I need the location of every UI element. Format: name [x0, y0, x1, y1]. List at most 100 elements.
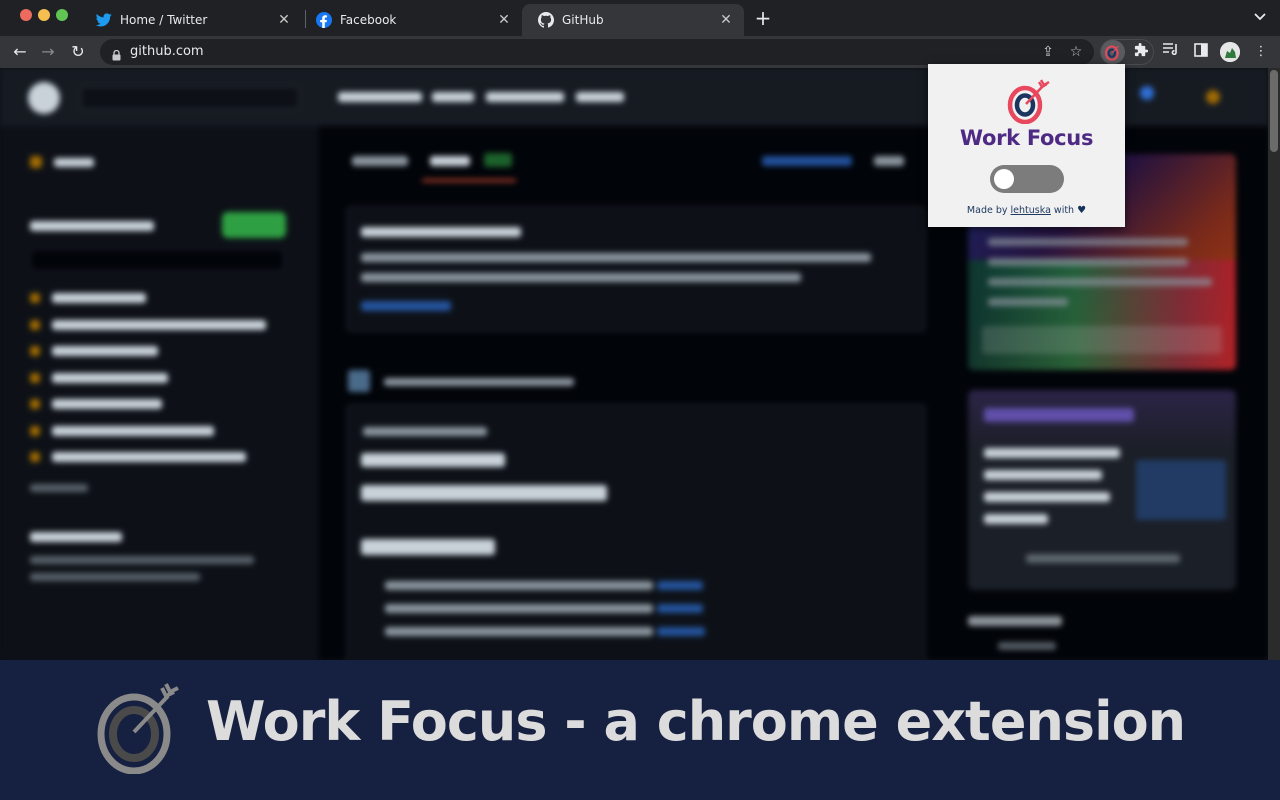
placeholder-mark	[30, 320, 40, 330]
placeholder-text	[968, 616, 1062, 626]
github-search-box	[80, 86, 300, 110]
tab-facebook[interactable]: Facebook ✕	[300, 4, 522, 36]
placeholder-text	[30, 484, 88, 492]
focus-mode-toggle[interactable]	[990, 165, 1064, 193]
work-focus-extension-button[interactable]	[1101, 40, 1125, 64]
placeholder-text	[52, 320, 266, 330]
close-tab-icon[interactable]: ✕	[718, 12, 734, 28]
placeholder-text	[30, 573, 200, 581]
close-tab-icon[interactable]: ✕	[496, 12, 512, 28]
header-avatar-placeholder	[1206, 90, 1220, 104]
placeholder-mark	[30, 293, 40, 303]
placeholder-link	[657, 627, 705, 636]
facebook-icon	[316, 12, 332, 28]
placeholder-text	[988, 278, 1212, 286]
lock-icon[interactable]	[112, 46, 121, 61]
placeholder-text	[52, 399, 162, 409]
placeholder-mark	[30, 426, 40, 436]
placeholder-copilot-card	[968, 390, 1236, 590]
placeholder-text	[52, 452, 246, 462]
placeholder-text	[361, 453, 505, 467]
placeholder-text	[1026, 554, 1180, 563]
tab-title: Home / Twitter	[120, 13, 208, 27]
placeholder-text	[385, 604, 653, 613]
popup-title: Work Focus	[959, 126, 1094, 150]
nav-link-placeholder	[338, 92, 422, 102]
placeholder-text	[988, 238, 1188, 246]
new-tab-button[interactable]: +	[752, 8, 774, 30]
media-controls-icon[interactable]	[1162, 43, 1180, 61]
profile-avatar[interactable]	[1220, 42, 1240, 62]
banner-title: Work Focus - a chrome extension	[206, 690, 1186, 753]
extensions-puzzle-icon[interactable]	[1132, 43, 1150, 61]
placeholder-text	[385, 581, 653, 590]
back-button[interactable]: ←	[8, 40, 32, 64]
bookmark-star-icon[interactable]: ☆	[1068, 44, 1084, 60]
placeholder-text	[385, 627, 653, 636]
placeholder-card	[346, 404, 926, 660]
work-focus-popup: Work Focus Made by lehtuska with ♥	[928, 64, 1125, 227]
placeholder-text	[984, 492, 1110, 502]
placeholder-text	[984, 470, 1102, 480]
placeholder-button	[222, 212, 286, 238]
close-tab-icon[interactable]: ✕	[276, 12, 292, 28]
tab-twitter[interactable]: Home / Twitter ✕	[80, 4, 302, 36]
forward-button[interactable]: →	[36, 40, 60, 64]
placeholder-mark	[30, 346, 40, 356]
placeholder-text	[988, 258, 1188, 266]
reload-button[interactable]: ↻	[66, 40, 90, 64]
placeholder-badge	[484, 153, 512, 167]
window-minimize-button[interactable]	[38, 9, 50, 21]
placeholder-text	[361, 485, 607, 501]
placeholder-text	[30, 221, 154, 231]
side-panel-icon[interactable]	[1192, 43, 1210, 61]
window-zoom-button[interactable]	[56, 9, 68, 21]
tab-title: GitHub	[562, 13, 604, 27]
placeholder-text	[30, 532, 122, 542]
placeholder-button	[982, 326, 1222, 354]
tab-search-chevron-icon[interactable]	[1254, 10, 1266, 24]
target-logo-icon	[1007, 79, 1050, 124]
github-logo	[28, 82, 60, 114]
heart-icon: ♥	[1077, 205, 1087, 216]
placeholder-link	[657, 581, 703, 590]
placeholder-text	[363, 427, 487, 436]
tab-title: Facebook	[340, 13, 397, 27]
placeholder-text	[874, 156, 904, 166]
placeholder-text	[361, 253, 871, 262]
target-logo-icon	[97, 683, 179, 774]
placeholder-tab	[352, 156, 408, 166]
nav-link-placeholder	[432, 92, 474, 102]
credit-prefix: Made by	[966, 205, 1008, 216]
placeholder-link	[762, 156, 852, 166]
toggle-knob[interactable]	[994, 169, 1014, 189]
placeholder-underline	[422, 179, 516, 182]
scrollbar-thumb[interactable]	[1270, 70, 1278, 152]
placeholder-text	[998, 642, 1056, 650]
placeholder-text	[54, 158, 94, 167]
nav-link-placeholder	[576, 92, 624, 102]
placeholder-text	[984, 408, 1134, 422]
address-bar[interactable]: github.com ⇪ ☆	[100, 39, 1094, 65]
url-text[interactable]: github.com	[130, 44, 204, 59]
nav-link-placeholder	[486, 92, 564, 102]
placeholder-link	[361, 301, 451, 311]
author-link[interactable]: lehtuska	[1011, 205, 1051, 216]
placeholder-input	[30, 249, 284, 271]
placeholder-text	[52, 373, 168, 383]
placeholder-text	[984, 448, 1120, 458]
page-scrollbar[interactable]	[1268, 68, 1280, 660]
twitter-icon	[96, 12, 112, 28]
placeholder-tab	[430, 156, 470, 166]
credit-suffix: with	[1053, 205, 1075, 216]
tab-github[interactable]: GitHub ✕	[522, 4, 744, 36]
github-icon	[538, 12, 554, 28]
github-sidebar	[0, 126, 318, 660]
window-close-button[interactable]	[20, 9, 32, 21]
placeholder-text	[52, 293, 146, 303]
github-feed	[318, 126, 958, 660]
browser-menu-kebab-icon[interactable]: ⋮	[1252, 43, 1270, 61]
placeholder-text	[384, 378, 574, 386]
share-icon[interactable]: ⇪	[1040, 44, 1056, 60]
placeholder-text	[52, 346, 158, 356]
